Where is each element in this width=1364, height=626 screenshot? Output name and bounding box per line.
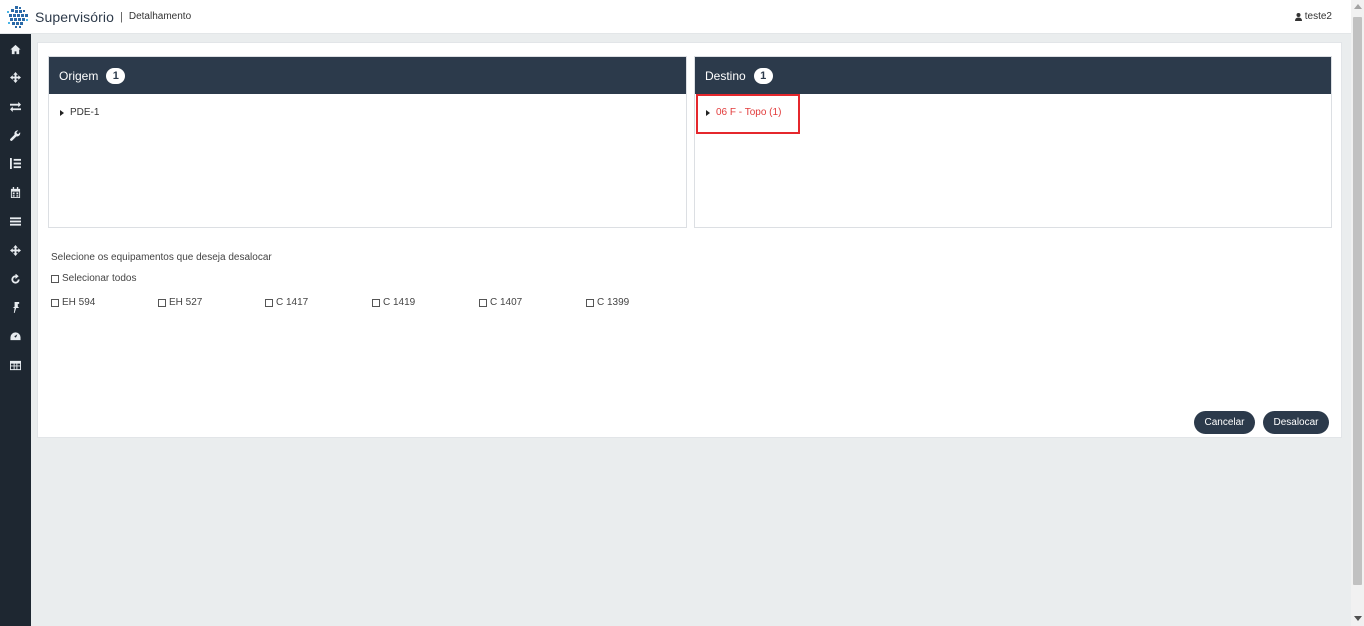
equipment-label: C 1399: [597, 297, 630, 308]
origem-header: Origem 1: [49, 57, 686, 94]
app-title: Supervisório: [35, 8, 115, 25]
destino-item-label: 06 F - Topo (1): [716, 107, 782, 118]
destino-count-badge: 1: [753, 67, 773, 84]
checkbox-box[interactable]: [372, 298, 380, 307]
equipment-checkbox[interactable]: EH 527: [158, 297, 202, 308]
select-all-checkbox[interactable]: Selecionar todos: [51, 273, 137, 284]
origem-title: Origem: [59, 68, 99, 83]
page-subtitle: Detalhamento: [128, 11, 192, 22]
origem-count-badge: 1: [106, 67, 126, 84]
equipment-label: EH 594: [62, 297, 96, 308]
checkbox-box[interactable]: [51, 274, 59, 283]
equipment-checkbox[interactable]: C 1399: [586, 297, 629, 308]
pin-icon[interactable]: [8, 300, 22, 314]
caret-right-icon: [60, 109, 64, 116]
destino-panel: Destino 1 06 F - Topo (1): [694, 56, 1332, 228]
destino-title: Destino: [705, 68, 746, 83]
checkbox-box[interactable]: [265, 298, 273, 307]
app-logo-icon[interactable]: [4, 4, 32, 30]
origem-panel: Origem 1 PDE-1: [48, 56, 687, 228]
equipment-label: EH 527: [169, 297, 203, 308]
user-name: teste2: [1304, 11, 1332, 22]
destino-tree-item[interactable]: 06 F - Topo (1): [706, 107, 781, 118]
move-arrows-icon[interactable]: [8, 70, 22, 84]
origem-item-label: PDE-1: [70, 107, 100, 118]
destino-header: Destino 1: [695, 57, 1331, 94]
scroll-up-icon[interactable]: [1354, 4, 1362, 9]
home-icon[interactable]: [8, 42, 22, 56]
selection-instruction: Selecione os equipamentos que deseja des…: [51, 252, 272, 263]
checkbox-box[interactable]: [586, 298, 594, 307]
equipment-checkbox[interactable]: C 1417: [265, 297, 308, 308]
move-arrows-icon[interactable]: [8, 243, 22, 257]
dashboard-icon[interactable]: [8, 329, 22, 343]
checkbox-box[interactable]: [479, 298, 487, 307]
checkbox-box[interactable]: [158, 298, 166, 307]
refresh-icon[interactable]: [8, 272, 22, 286]
scroll-down-icon[interactable]: [1354, 616, 1362, 621]
list-indent-icon[interactable]: [8, 156, 22, 170]
bars-icon[interactable]: [8, 214, 22, 228]
equipment-label: C 1417: [276, 297, 309, 308]
user-icon: [1294, 12, 1302, 21]
table-icon[interactable]: [8, 358, 22, 372]
equipment-checkbox[interactable]: C 1407: [479, 297, 522, 308]
sidebar: [0, 34, 31, 626]
page-scrollbar[interactable]: [1351, 0, 1364, 626]
checkbox-box[interactable]: [51, 298, 59, 307]
top-header: Supervisório | Detalhamento teste2: [0, 0, 1351, 34]
caret-right-icon: [706, 109, 710, 116]
title-separator: |: [120, 10, 123, 23]
select-all-label: Selecionar todos: [62, 273, 137, 284]
main-card: Origem 1 PDE-1 Destino 1 06 F - Topo (1)…: [37, 42, 1342, 438]
cancel-button[interactable]: Cancelar: [1194, 411, 1255, 434]
scroll-thumb[interactable]: [1353, 17, 1362, 585]
equipment-checkbox[interactable]: EH 594: [51, 297, 95, 308]
dealloc-button[interactable]: Desalocar: [1263, 411, 1329, 434]
calendar-icon[interactable]: [8, 185, 22, 199]
equipment-label: C 1419: [383, 297, 416, 308]
wrench-icon[interactable]: [8, 128, 22, 142]
equipment-checkbox[interactable]: C 1419: [372, 297, 415, 308]
user-menu[interactable]: teste2: [1294, 11, 1332, 22]
exchange-icon[interactable]: [8, 99, 22, 113]
origem-tree-item[interactable]: PDE-1: [60, 107, 99, 118]
equipment-label: C 1407: [490, 297, 523, 308]
